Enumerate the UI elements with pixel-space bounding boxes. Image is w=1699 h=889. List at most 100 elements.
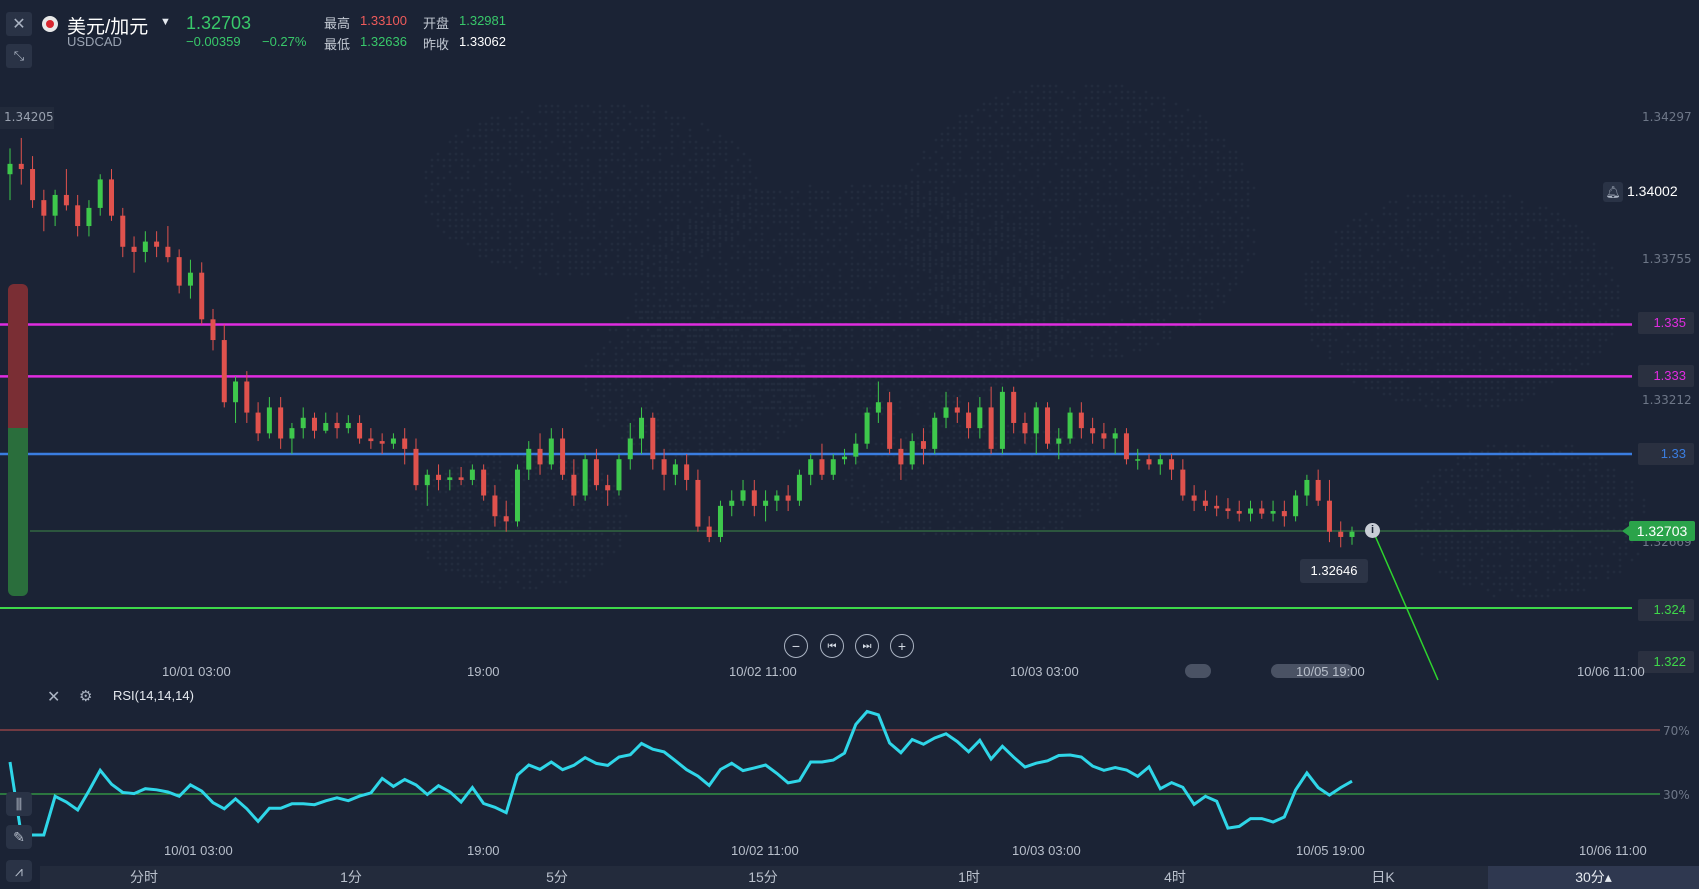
map-dot <box>628 242 632 246</box>
price-chart[interactable] <box>0 0 1699 889</box>
map-dot <box>562 170 566 174</box>
map-dot <box>868 238 872 242</box>
map-dot <box>1132 234 1136 238</box>
map-dot <box>1472 386 1476 390</box>
map-dot <box>712 164 716 168</box>
map-dot <box>820 370 824 374</box>
map-dot <box>922 244 926 248</box>
map-dot <box>904 222 908 226</box>
map-dot <box>1036 282 1040 286</box>
map-dot <box>746 442 750 446</box>
map-dot <box>946 168 950 172</box>
map-dot <box>794 334 798 338</box>
map-dot <box>712 176 716 180</box>
map-dot <box>850 298 854 302</box>
map-dot <box>514 206 518 210</box>
map-dot <box>868 328 872 332</box>
map-dot <box>688 200 692 204</box>
map-dot <box>670 232 674 236</box>
map-dot <box>1138 144 1142 148</box>
map-dot <box>1024 348 1028 352</box>
map-dot <box>928 264 932 268</box>
map-dot <box>934 150 938 154</box>
map-dot <box>1120 246 1124 250</box>
map-dot <box>1132 282 1136 286</box>
map-dot <box>1454 392 1458 396</box>
map-dot <box>664 260 668 264</box>
map-dot <box>1174 126 1178 130</box>
map-dot <box>644 310 648 314</box>
map-dot <box>700 280 704 284</box>
map-dot <box>676 256 680 260</box>
map-dot <box>674 400 678 404</box>
map-dot <box>1388 320 1392 324</box>
map-dot <box>484 242 488 246</box>
map-dot <box>934 288 938 292</box>
map-dot <box>958 270 962 274</box>
map-dot <box>1400 308 1404 312</box>
map-dot <box>1102 204 1106 208</box>
map-dot <box>1138 234 1142 238</box>
map-dot <box>976 276 980 280</box>
map-dot <box>490 122 494 126</box>
map-dot <box>758 382 762 386</box>
map-dot <box>1114 342 1118 346</box>
map-dot <box>1186 180 1190 184</box>
map-dot <box>508 212 512 216</box>
map-dot <box>1132 228 1136 232</box>
map-dot <box>862 220 866 224</box>
map-dot <box>1030 310 1034 314</box>
map-dot <box>958 394 962 398</box>
map-dot <box>668 310 672 314</box>
map-dot <box>820 340 824 344</box>
map-dot <box>1222 222 1226 226</box>
map-dot <box>1162 318 1166 322</box>
map-dot <box>1198 114 1202 118</box>
map-dot <box>994 222 998 226</box>
map-dot <box>1138 330 1142 334</box>
map-dot <box>704 334 708 338</box>
map-dot <box>752 448 756 452</box>
map-dot <box>832 298 836 302</box>
map-dot <box>886 274 890 278</box>
map-dot <box>1352 284 1356 288</box>
map-dot <box>940 228 944 232</box>
map-dot <box>1108 132 1112 136</box>
map-dot <box>1024 150 1028 154</box>
map-dot <box>1508 224 1512 228</box>
map-dot <box>910 210 914 214</box>
map-dot <box>1156 132 1160 136</box>
map-dot <box>478 200 482 204</box>
map-dot <box>904 274 908 278</box>
map-dot <box>568 254 572 258</box>
map-dot <box>988 258 992 262</box>
map-dot <box>1520 392 1524 396</box>
map-dot <box>970 282 974 286</box>
map-dot <box>1484 284 1488 288</box>
map-dot <box>976 388 980 392</box>
map-dot <box>626 418 630 422</box>
map-dot <box>1078 210 1082 214</box>
map-dot <box>1204 246 1208 250</box>
map-dot <box>1532 386 1536 390</box>
map-dot <box>886 232 890 236</box>
map-dot <box>782 394 786 398</box>
map-dot <box>610 146 614 150</box>
map-dot <box>1322 290 1326 294</box>
map-dot <box>706 298 710 302</box>
map-dot <box>640 262 644 266</box>
map-dot <box>1472 284 1476 288</box>
map-dot <box>1102 240 1106 244</box>
map-dot <box>1436 404 1440 408</box>
map-dot <box>724 158 728 162</box>
map-dot <box>1436 230 1440 234</box>
map-dot <box>1310 302 1314 306</box>
map-dot <box>1394 368 1398 372</box>
map-dot <box>1502 200 1506 204</box>
map-dot <box>1006 288 1010 292</box>
map-dot <box>550 242 554 246</box>
map-dot <box>1174 276 1178 280</box>
map-dot <box>1186 252 1190 256</box>
map-dot <box>508 152 512 156</box>
map-dot <box>1156 162 1160 166</box>
